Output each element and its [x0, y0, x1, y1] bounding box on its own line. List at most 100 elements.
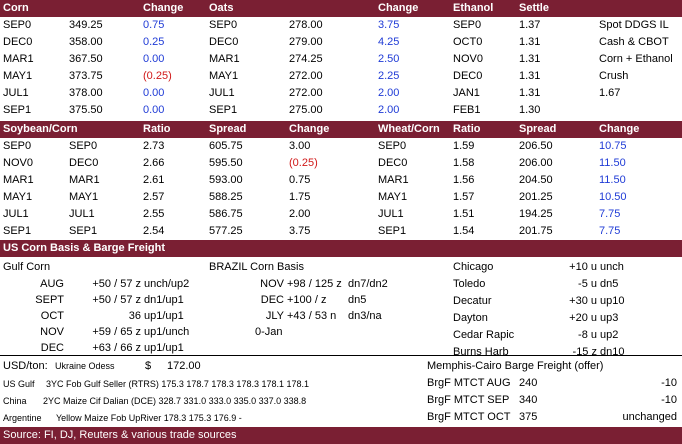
- gulf-month: SEPT: [35, 294, 64, 306]
- corn-month: JUL1: [69, 208, 95, 220]
- header-corn: Corn: [3, 2, 29, 14]
- ethanol-note: Crush: [599, 70, 629, 82]
- origin-label: China: [3, 396, 27, 406]
- origin-prices: Yellow Maize Fob UpRiver 178.3 175.3 176…: [56, 413, 242, 423]
- header-change-2: Change: [599, 123, 640, 135]
- barge-change: -10: [661, 394, 677, 406]
- gulf-basis: +50 / 57 z: [92, 294, 141, 306]
- header-change: Change: [289, 123, 330, 135]
- soy-month: NOV0: [3, 157, 33, 169]
- soy-month: SEP0: [3, 140, 32, 152]
- oats-month: DEC0: [209, 36, 239, 48]
- gulf-change: up1/up1: [144, 310, 184, 322]
- oats-change: 2.00: [378, 87, 400, 99]
- barge-value: 340: [519, 394, 538, 406]
- ethanol-month: OCT0: [453, 36, 483, 48]
- oats-change: 2.00: [378, 104, 400, 116]
- oats-price: 279.00: [289, 36, 323, 48]
- corn-month: SEP0: [3, 19, 32, 31]
- ukraine-currency: $: [145, 360, 152, 372]
- wheat-corn-ratio: 1.51: [453, 208, 475, 220]
- oats-month: MAR1: [209, 53, 240, 65]
- city-change: up3: [600, 312, 619, 324]
- corn-month: SEP1: [3, 104, 32, 116]
- brazil-change: dn7/dn2: [348, 278, 388, 290]
- soy-month: SEP1: [3, 225, 32, 237]
- brazil-month: DEC: [260, 294, 284, 306]
- soy-month: MAR1: [3, 174, 34, 186]
- basis-header: US Corn Basis & Barge Freight: [0, 240, 682, 257]
- ethanol-month: SEP0: [453, 19, 482, 31]
- oats-month: MAY1: [209, 70, 239, 82]
- soy-month: MAY1: [3, 191, 33, 203]
- wheat-corn-change: 10.50: [599, 191, 627, 203]
- gulf-change: dn1/up1: [144, 294, 184, 306]
- corn-price: 349.25: [69, 19, 103, 31]
- city-change: dn10: [600, 346, 625, 358]
- soy-corn-change: 2.00: [289, 208, 311, 220]
- corn-month: MAY1: [69, 191, 99, 203]
- ethanol-settle: 1.31: [519, 36, 541, 48]
- wheat-corn-spread: 206.50: [519, 140, 553, 152]
- wheat-corn-ratio: 1.58: [453, 157, 475, 169]
- ethanol-settle: 1.37: [519, 19, 541, 31]
- wheat-corn-ratio: 1.54: [453, 225, 475, 237]
- city-change: dn5: [600, 278, 619, 290]
- oats-price: 278.00: [289, 19, 323, 31]
- oats-price: 275.00: [289, 104, 323, 116]
- soy-corn-ratio: 2.61: [143, 174, 165, 186]
- wheat-month: DEC0: [378, 157, 408, 169]
- barge-value: 240: [519, 377, 538, 389]
- soy-corn-change: 1.75: [289, 191, 311, 203]
- corn-change: (0.25): [143, 70, 172, 82]
- soy-corn-change: 0.75: [289, 174, 311, 186]
- header-corn-change: Change: [143, 2, 184, 14]
- wheat-corn-change: 7.75: [599, 208, 621, 220]
- barge-change: -10: [661, 377, 677, 389]
- oats-change: 2.50: [378, 53, 400, 65]
- wheat-month: MAY1: [378, 191, 408, 203]
- wheat-corn-change: 11.50: [599, 174, 626, 186]
- corn-price: 358.00: [69, 36, 103, 48]
- origin-label: Argentine: [3, 413, 42, 423]
- oats-month: SEP0: [209, 19, 238, 31]
- oats-month: JUL1: [209, 87, 235, 99]
- soy-corn-ratio: 2.73: [143, 140, 165, 152]
- soy-corn-change: 3.00: [289, 140, 311, 152]
- ethanol-note: Corn + Ethanol: [599, 53, 673, 65]
- gulf-basis: 36: [128, 310, 141, 322]
- brazil-basis: +100 / z: [287, 294, 327, 306]
- brazil-change: dn3/na: [348, 310, 382, 322]
- header-ratio-2: Ratio: [453, 123, 481, 135]
- ukraine-value: 172.00: [167, 360, 201, 372]
- corn-change: 0.00: [143, 53, 165, 65]
- divider: [0, 355, 682, 356]
- wheat-corn-spread: 201.75: [519, 225, 553, 237]
- barge-month: BrgF MTCT OCT: [427, 411, 511, 423]
- corn-month: MAY1: [3, 70, 33, 82]
- ethanol-month: FEB1: [453, 104, 481, 116]
- ethanol-settle: 1.31: [519, 87, 541, 99]
- soy-corn-spread: 605.75: [209, 140, 243, 152]
- header-spread: Spread: [209, 123, 247, 135]
- ethanol-settle: 1.31: [519, 53, 541, 65]
- soy-corn-ratio: 2.55: [143, 208, 165, 220]
- brazil-basis: 0-Jan: [255, 326, 283, 338]
- corn-oats-ethanol-header: Corn Change Oats Change Ethanol Settle: [0, 0, 682, 17]
- corn-month: DEC0: [69, 157, 99, 169]
- ethanol-settle: 1.31: [519, 70, 541, 82]
- brazil-basis: +98 / 125 z: [287, 278, 342, 290]
- gulf-month: NOV: [40, 326, 64, 338]
- ethanol-month: JAN1: [453, 87, 480, 99]
- barge-change: unchanged: [622, 411, 677, 423]
- corn-month: SEP0: [69, 140, 98, 152]
- wheat-corn-ratio: 1.56: [453, 174, 475, 186]
- gulf-change: up1/unch: [144, 326, 190, 338]
- city-name: Dayton: [453, 312, 488, 324]
- city-basis: +20 u: [569, 312, 597, 324]
- gulf-basis: +59 / 65 z: [92, 326, 141, 338]
- spread-header: Soybean/Corn Ratio Spread Change Wheat/C…: [0, 121, 682, 138]
- corn-price: 378.00: [69, 87, 103, 99]
- city-name: Decatur: [453, 295, 492, 307]
- header-spread-2: Spread: [519, 123, 557, 135]
